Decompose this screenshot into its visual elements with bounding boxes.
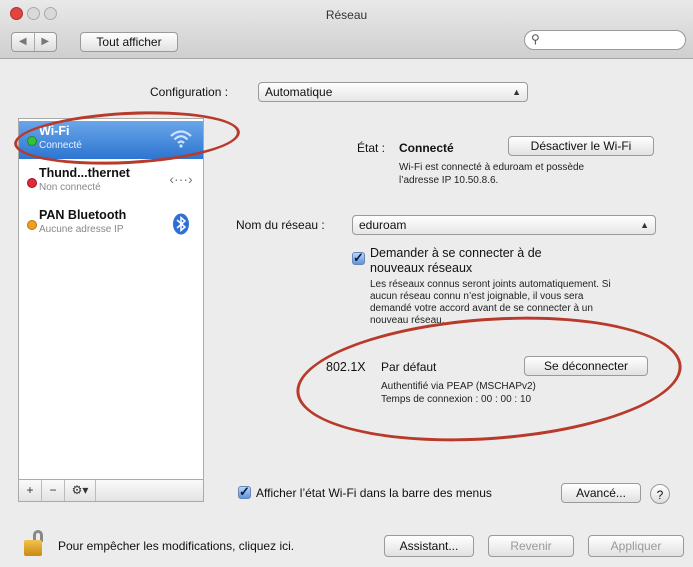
service-status: Non connecté: [39, 182, 101, 193]
disable-wifi-button[interactable]: Désactiver le Wi-Fi: [508, 136, 654, 156]
title-bar: Réseau ◀ ▶ Tout afficher ⚲: [0, 0, 693, 59]
lock-text: Pour empêcher les modifications, cliquez…: [58, 539, 295, 553]
revert-button[interactable]: Revenir: [488, 535, 574, 557]
status-description-line1: Wi-Fi est connecté à eduroam et possède: [399, 162, 585, 173]
gear-icon[interactable]: ⚙▾: [65, 480, 96, 501]
service-list-toolbar: + − ⚙▾: [18, 480, 204, 502]
show-wifi-status-label: Afficher l’état Wi-Fi dans la barre des …: [256, 486, 492, 500]
annotation-oval-dot1x: [292, 304, 686, 454]
status-dot: [27, 178, 37, 188]
ask-join-label-line1: Demander à se connecter à de: [370, 246, 542, 260]
window-title: Réseau: [325, 8, 368, 22]
help-button[interactable]: ?: [650, 484, 670, 504]
service-name: Thund...thernet: [39, 166, 130, 180]
status-description-line2: l’adresse IP 10.50.8.6.: [399, 175, 499, 186]
network-name-value: eduroam: [359, 218, 407, 232]
search-icon: ⚲: [531, 32, 540, 46]
configuration-value: Automatique: [265, 85, 333, 99]
apply-button[interactable]: Appliquer: [588, 535, 684, 557]
annotation-oval-wifi: [12, 106, 242, 170]
ask-join-description-line2: aucun réseau connu n’est joignable, il v…: [370, 291, 584, 302]
network-name-select[interactable]: eduroam ▲: [352, 215, 656, 235]
ethernet-icon: ‹···›: [169, 171, 193, 187]
add-service-button[interactable]: +: [19, 480, 42, 501]
lock-body: [24, 540, 42, 556]
network-preferences-window: Réseau ◀ ▶ Tout afficher ⚲ Configuration…: [0, 0, 693, 567]
show-all-button[interactable]: Tout afficher: [80, 32, 178, 52]
nav-segment: ◀ ▶: [11, 32, 57, 52]
back-arrow-icon[interactable]: ◀: [12, 33, 35, 51]
ask-join-checkbox[interactable]: [352, 250, 365, 266]
service-item-thunderbolt-ethernet[interactable]: Thund...thernet Non connecté ‹···›: [19, 163, 203, 201]
ask-join-label-line2: nouveaux réseaux: [370, 261, 473, 275]
service-list: Wi-Fi Connecté Thund...thernet Non conne…: [18, 118, 204, 480]
status-dot: [27, 220, 37, 230]
bluetooth-icon: [169, 213, 193, 235]
status-label: État :: [357, 141, 386, 155]
configuration-label: Configuration :: [150, 85, 229, 99]
forward-arrow-icon[interactable]: ▶: [35, 33, 57, 51]
remove-service-button[interactable]: −: [42, 480, 65, 501]
select-arrows-icon: ▲: [512, 87, 521, 97]
lock-icon[interactable]: [24, 530, 46, 556]
show-wifi-status-checkbox[interactable]: [238, 484, 251, 500]
service-item-pan-bluetooth[interactable]: PAN Bluetooth Aucune adresse IP: [19, 205, 203, 243]
select-arrows-icon: ▲: [640, 220, 649, 230]
network-name-label: Nom du réseau :: [236, 218, 325, 232]
service-name: PAN Bluetooth: [39, 208, 127, 222]
advanced-button[interactable]: Avancé...: [561, 483, 641, 503]
service-status: Aucune adresse IP: [39, 224, 124, 235]
ask-join-description-line1: Les réseaux connus seront joints automat…: [370, 279, 611, 290]
status-value: Connecté: [399, 141, 454, 155]
configuration-select[interactable]: Automatique ▲: [258, 82, 528, 102]
assistant-button[interactable]: Assistant...: [384, 535, 474, 557]
search-input[interactable]: ⚲: [524, 30, 686, 50]
ask-join-description-line3: demandé votre accord avant de se connect…: [370, 303, 593, 314]
